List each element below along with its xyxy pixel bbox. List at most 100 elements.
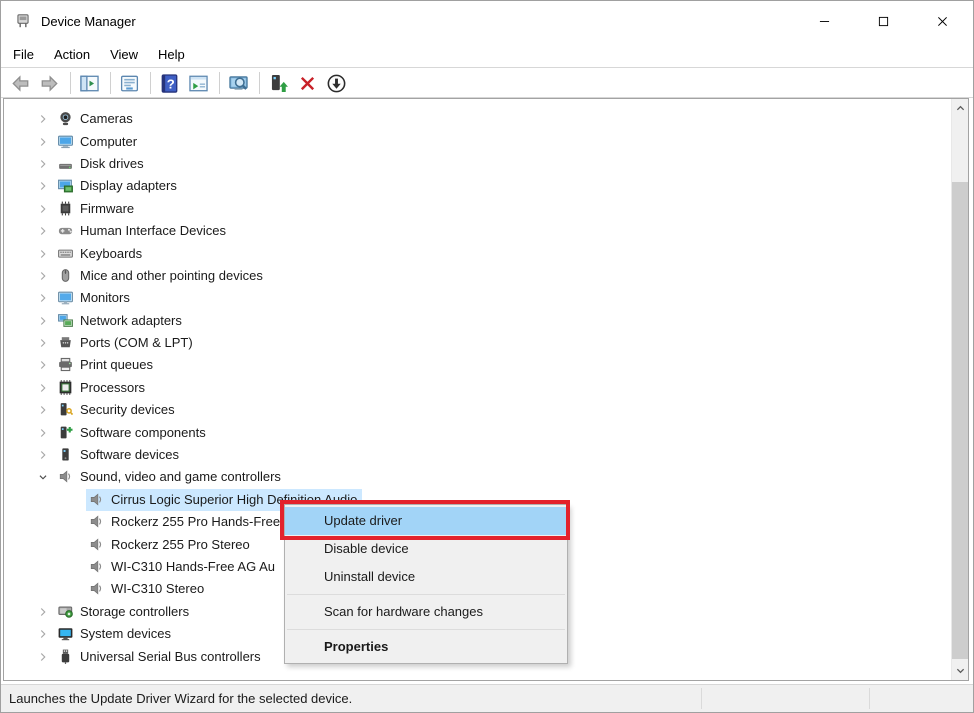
scan-hardware-changes-button[interactable] — [225, 70, 251, 96]
tree-item[interactable]: System devices — [55, 623, 176, 645]
tree-item[interactable]: Network adapters — [55, 310, 187, 332]
chevron-right-icon[interactable] — [35, 649, 51, 665]
tree-item[interactable]: Print queues — [55, 354, 158, 376]
console-tree-icon — [79, 73, 100, 94]
scroll-up-button[interactable] — [952, 100, 969, 117]
tree-item[interactable]: Human Interface Devices — [55, 220, 231, 242]
disable-device-button[interactable] — [323, 70, 349, 96]
context-menu-item-scan-for-hardware-changes[interactable]: Scan for hardware changes — [285, 598, 567, 626]
software-component-icon — [57, 424, 74, 441]
chevron-right-icon[interactable] — [35, 380, 51, 396]
chevron-right-icon[interactable] — [35, 313, 51, 329]
tree-item[interactable]: Processors — [55, 377, 150, 399]
maximize-button[interactable] — [854, 1, 913, 41]
tree-row[interactable]: Monitors — [4, 287, 968, 309]
chevron-right-icon[interactable] — [35, 111, 51, 127]
chevron-right-icon[interactable] — [35, 447, 51, 463]
tree-row[interactable]: Firmware — [4, 198, 968, 220]
toolbar: ? — [1, 69, 973, 98]
tree-row[interactable]: Human Interface Devices — [4, 220, 968, 242]
tree-item[interactable]: Keyboards — [55, 243, 147, 265]
tree-row[interactable]: Network adapters — [4, 310, 968, 332]
tree-item[interactable]: Software devices — [55, 444, 184, 466]
tree-item[interactable]: Ports (COM & LPT) — [55, 332, 198, 354]
tree-row[interactable]: Sound, video and game controllers — [4, 466, 968, 488]
tree-item[interactable]: Mice and other pointing devices — [55, 265, 268, 287]
menu-help[interactable]: Help — [148, 43, 195, 66]
tree-item[interactable]: Rockerz 255 Pro Stereo — [86, 534, 255, 556]
help-button[interactable]: ? — [156, 70, 182, 96]
tree-row[interactable]: Software components — [4, 421, 968, 443]
update-driver-button[interactable] — [265, 70, 291, 96]
tree-item[interactable]: Security devices — [55, 399, 180, 421]
tree-item[interactable]: Monitors — [55, 287, 135, 309]
chevron-right-icon[interactable] — [35, 335, 51, 351]
tree-row[interactable]: Processors — [4, 377, 968, 399]
chevron-right-icon[interactable] — [35, 268, 51, 284]
chevron-right-icon[interactable] — [35, 604, 51, 620]
tree-item[interactable]: WI-C310 Stereo — [86, 578, 209, 600]
tree-row[interactable]: Computer — [4, 130, 968, 152]
tree-item[interactable]: Computer — [55, 131, 142, 153]
tree-row[interactable]: Print queues — [4, 354, 968, 376]
chevron-right-icon[interactable] — [35, 201, 51, 217]
security-device-icon — [57, 401, 74, 418]
chevron-right-icon[interactable] — [35, 246, 51, 262]
tree-item[interactable]: Rockerz 255 Pro Hands-Free — [86, 511, 285, 533]
properties-button[interactable] — [116, 70, 142, 96]
chevron-right-icon[interactable] — [35, 425, 51, 441]
tree-row[interactable]: Display adapters — [4, 175, 968, 197]
tree-item[interactable]: Software components — [55, 422, 211, 444]
tree-item-label: Ports (COM & LPT) — [80, 335, 193, 350]
vertical-scrollbar[interactable] — [951, 99, 968, 680]
chevron-right-icon[interactable] — [35, 223, 51, 239]
tree-row[interactable]: Security devices — [4, 399, 968, 421]
chevron-right-icon[interactable] — [35, 357, 51, 373]
action-pane-button[interactable] — [185, 70, 211, 96]
chevron-down-icon[interactable] — [35, 469, 51, 485]
tree-item[interactable]: WI-C310 Hands-Free AG Au — [86, 556, 280, 578]
tree-item[interactable]: Display adapters — [55, 175, 182, 197]
tree-item[interactable]: Storage controllers — [55, 601, 194, 623]
toolbar-separator — [219, 72, 220, 94]
context-menu-item-properties[interactable]: Properties — [285, 633, 567, 661]
chevron-right-icon[interactable] — [35, 626, 51, 642]
scrollbar-thumb[interactable] — [952, 182, 969, 659]
port-icon — [57, 334, 74, 351]
tree-row[interactable]: Software devices — [4, 444, 968, 466]
speaker-icon — [88, 513, 105, 530]
context-menu-item-disable-device[interactable]: Disable device — [285, 535, 567, 563]
scroll-down-button[interactable] — [952, 662, 969, 679]
tree-row[interactable]: Ports (COM & LPT) — [4, 332, 968, 354]
chevron-right-icon[interactable] — [35, 290, 51, 306]
firmware-icon — [57, 200, 74, 217]
tree-row[interactable]: Keyboards — [4, 242, 968, 264]
statusbar: Launches the Update Driver Wizard for th… — [1, 684, 973, 712]
context-menu-item-update-driver[interactable]: Update driver — [285, 507, 567, 535]
tree-item[interactable]: Sound, video and game controllers — [55, 466, 286, 488]
context-menu-item-uninstall-device[interactable]: Uninstall device — [285, 563, 567, 591]
chevron-right-icon[interactable] — [35, 178, 51, 194]
back-button[interactable] — [7, 70, 33, 96]
minimize-button[interactable] — [795, 1, 854, 41]
close-button[interactable] — [913, 1, 972, 41]
menu-file[interactable]: File — [3, 43, 44, 66]
chevron-right-icon[interactable] — [35, 402, 51, 418]
storage-controller-icon — [57, 603, 74, 620]
tree-item-label: Human Interface Devices — [80, 223, 226, 238]
tree-item-label: Monitors — [80, 290, 130, 305]
tree-item[interactable]: Disk drives — [55, 153, 149, 175]
tree-item[interactable]: Firmware — [55, 198, 139, 220]
uninstall-device-button[interactable] — [294, 70, 320, 96]
show-hide-console-tree-button[interactable] — [76, 70, 102, 96]
tree-row[interactable]: Mice and other pointing devices — [4, 265, 968, 287]
menu-action[interactable]: Action — [44, 43, 100, 66]
tree-row[interactable]: Cameras — [4, 108, 968, 130]
forward-button[interactable] — [36, 70, 62, 96]
tree-row[interactable]: Disk drives — [4, 153, 968, 175]
menu-view[interactable]: View — [100, 43, 148, 66]
tree-item[interactable]: Cameras — [55, 108, 138, 130]
chevron-right-icon[interactable] — [35, 156, 51, 172]
chevron-right-icon[interactable] — [35, 134, 51, 150]
tree-item[interactable]: Universal Serial Bus controllers — [55, 646, 266, 668]
